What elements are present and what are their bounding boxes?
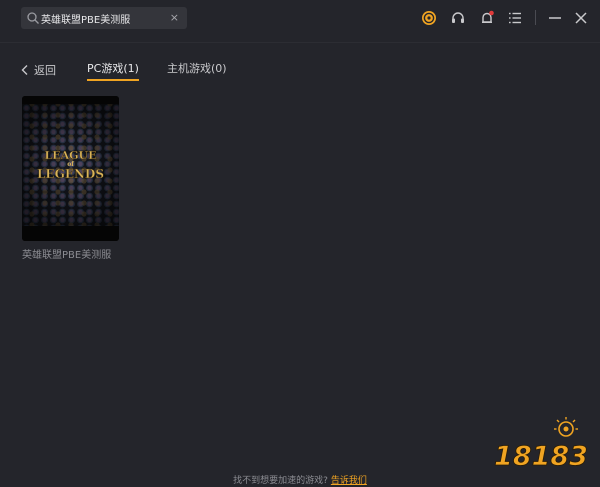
header-divider bbox=[0, 42, 600, 43]
search-icon bbox=[27, 12, 39, 24]
game-cover-image: LEAGUE of LEGENDS bbox=[22, 96, 119, 241]
toolbar-divider bbox=[535, 10, 536, 25]
watermark-logo: 18183 bbox=[494, 417, 588, 472]
menu-icon[interactable] bbox=[507, 10, 523, 26]
svg-text:LEGENDS: LEGENDS bbox=[37, 167, 104, 181]
footer-text: 找不到想要加速的游戏? bbox=[233, 476, 328, 486]
bell-icon[interactable] bbox=[479, 10, 495, 26]
headset-icon[interactable] bbox=[450, 10, 466, 26]
notification-dot-icon bbox=[489, 10, 494, 16]
tab-console-games-label: 主机游戏(0) bbox=[167, 62, 227, 75]
clear-search-button[interactable]: × bbox=[170, 10, 179, 26]
tab-pc-games-label: PC游戏(1) bbox=[87, 62, 139, 75]
coin-icon[interactable] bbox=[421, 10, 437, 26]
tab-console-games[interactable]: 主机游戏(0) bbox=[167, 60, 227, 80]
back-button[interactable]: 返回 bbox=[20, 60, 56, 80]
minimize-icon[interactable] bbox=[547, 10, 563, 26]
svg-text:18183: 18183 bbox=[494, 441, 588, 472]
active-tab-indicator bbox=[87, 79, 139, 81]
game-title: 英雄联盟PBE美测服 bbox=[22, 250, 112, 261]
close-icon[interactable] bbox=[573, 10, 589, 26]
back-label: 返回 bbox=[34, 64, 56, 77]
title-bar: × bbox=[0, 0, 600, 40]
feedback-link[interactable]: 告诉我们 bbox=[331, 476, 367, 486]
sun-emblem-icon bbox=[554, 417, 578, 437]
search-input[interactable] bbox=[41, 9, 169, 27]
game-card[interactable]: LEAGUE of LEGENDS bbox=[22, 96, 119, 241]
chevron-left-icon bbox=[21, 65, 28, 75]
search-box[interactable]: × bbox=[21, 7, 187, 29]
tab-pc-games[interactable]: PC游戏(1) bbox=[87, 60, 139, 81]
